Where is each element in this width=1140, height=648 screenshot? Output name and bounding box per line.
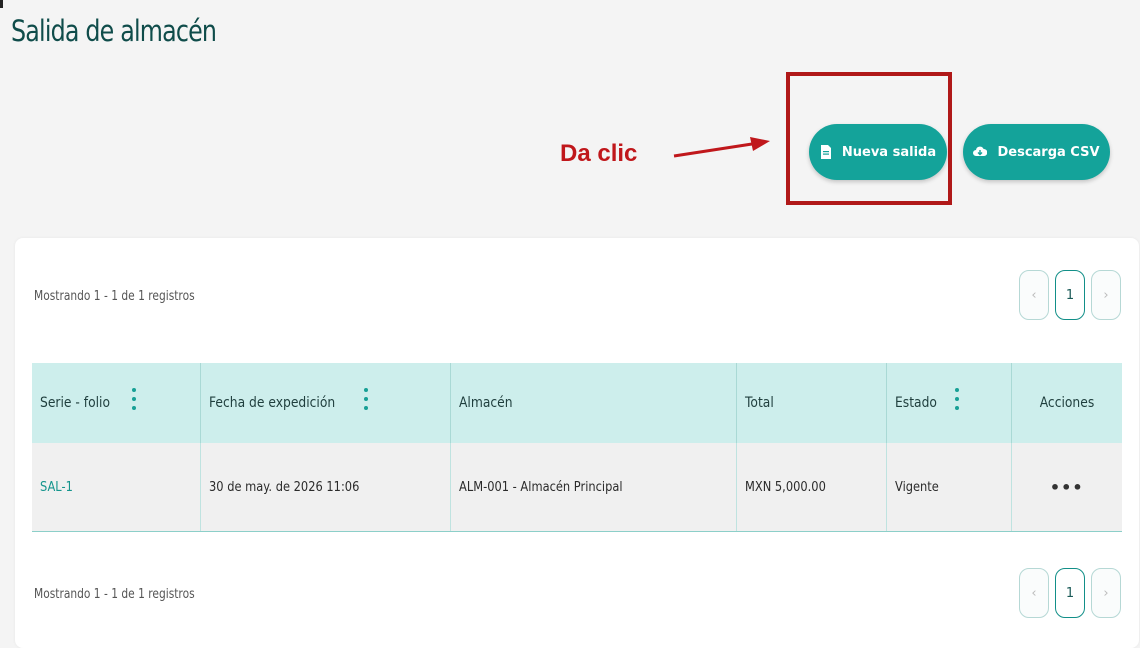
sort-dots-icon[interactable]	[954, 388, 959, 410]
next-arrow-icon: ›	[1103, 585, 1109, 601]
sort-dots-icon[interactable]	[132, 388, 137, 410]
column-label: Estado	[894, 395, 937, 411]
cloud-download-icon	[973, 146, 988, 156]
column-label: Acciones	[1039, 395, 1095, 411]
folio-value: SAL-1	[40, 479, 73, 495]
total-cell: MXN 5,000.00	[736, 443, 887, 532]
arrow-icon	[673, 137, 770, 158]
column-header-almacen: Almacén	[450, 363, 737, 443]
page-1-button[interactable]: 1	[1055, 270, 1085, 320]
column-header-estado[interactable]: Estado	[886, 363, 1012, 443]
total-value: MXN 5,000.00	[744, 479, 826, 495]
column-header-fecha[interactable]: Fecha de expedición	[200, 363, 451, 443]
next-arrow-icon: ›	[1103, 287, 1109, 303]
column-label: Total	[744, 395, 774, 411]
page-1-button[interactable]: 1	[1055, 568, 1085, 618]
records-summary-bottom: Mostrando 1 - 1 de 1 registros	[34, 587, 195, 602]
table-header-row: Serie - folio Fecha de expedición Almacé…	[32, 363, 1122, 443]
prev-page-button[interactable]: ‹	[1019, 568, 1049, 618]
column-label: Fecha de expedición	[208, 395, 335, 411]
fecha-value: 30 de may. de 2026 11:06	[208, 479, 359, 495]
column-header-total: Total	[736, 363, 887, 443]
callout-text: Da clic	[560, 140, 638, 167]
pagination-top: ‹ 1 ›	[1019, 270, 1127, 320]
column-header-acciones: Acciones	[1011, 363, 1122, 443]
download-csv-button[interactable]: Descarga CSV	[963, 124, 1110, 180]
prev-arrow-icon: ‹	[1031, 287, 1037, 303]
column-label: Almacén	[458, 395, 513, 411]
corner-mark	[0, 0, 3, 8]
page-number: 1	[1065, 585, 1075, 601]
records-summary-top: Mostrando 1 - 1 de 1 registros	[34, 289, 195, 304]
page-number: 1	[1065, 287, 1075, 303]
pagination-bottom: ‹ 1 ›	[1019, 568, 1127, 618]
prev-page-button[interactable]: ‹	[1019, 270, 1049, 320]
prev-arrow-icon: ‹	[1031, 585, 1037, 601]
next-page-button[interactable]: ›	[1091, 568, 1121, 618]
download-csv-label: Descarga CSV	[997, 144, 1100, 160]
exits-table: Serie - folio Fecha de expedición Almacé…	[32, 363, 1122, 532]
page-title: Salida de almacén	[11, 14, 217, 48]
column-label: Serie - folio	[40, 395, 111, 411]
sort-dots-icon[interactable]	[364, 388, 369, 410]
more-horizontal-icon[interactable]: •••	[1050, 478, 1084, 497]
actions-cell: •••	[1011, 443, 1122, 532]
estado-cell: Vigente	[886, 443, 1012, 532]
column-header-folio[interactable]: Serie - folio	[32, 363, 201, 443]
table-row: SAL-1 30 de may. de 2026 11:06 ALM-001 -…	[32, 443, 1122, 532]
almacen-value: ALM-001 - Almacén Principal	[458, 479, 623, 495]
highlight-box	[786, 72, 952, 205]
almacen-cell: ALM-001 - Almacén Principal	[450, 443, 737, 532]
folio-link[interactable]: SAL-1	[32, 443, 201, 532]
estado-value: Vigente	[894, 479, 939, 495]
next-page-button[interactable]: ›	[1091, 270, 1121, 320]
fecha-cell: 30 de may. de 2026 11:06	[200, 443, 451, 532]
